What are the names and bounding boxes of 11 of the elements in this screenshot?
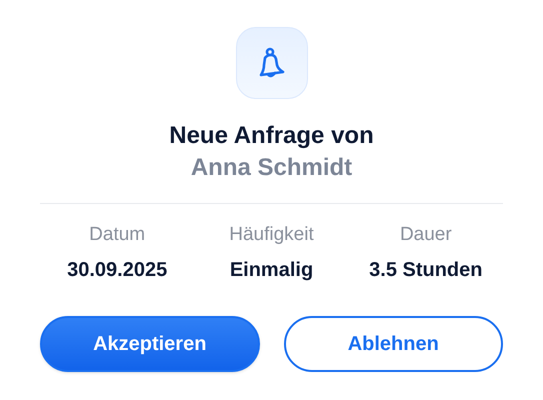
accept-button[interactable]: Akzeptieren — [40, 316, 260, 372]
requester-name: Anna Schmidt — [190, 153, 352, 183]
detail-value: 3.5 Stunden — [369, 258, 482, 283]
dialog-title: Neue Anfrage von — [169, 121, 374, 151]
detail-value: Einmalig — [230, 258, 314, 283]
decline-button[interactable]: Ablehnen — [284, 316, 503, 372]
detail-label: Häufigkeit — [229, 223, 314, 247]
detail-label: Dauer — [400, 223, 452, 247]
detail-value: 30.09.2025 — [67, 258, 168, 283]
bell-icon — [236, 27, 308, 99]
detail-label: Datum — [89, 223, 146, 247]
